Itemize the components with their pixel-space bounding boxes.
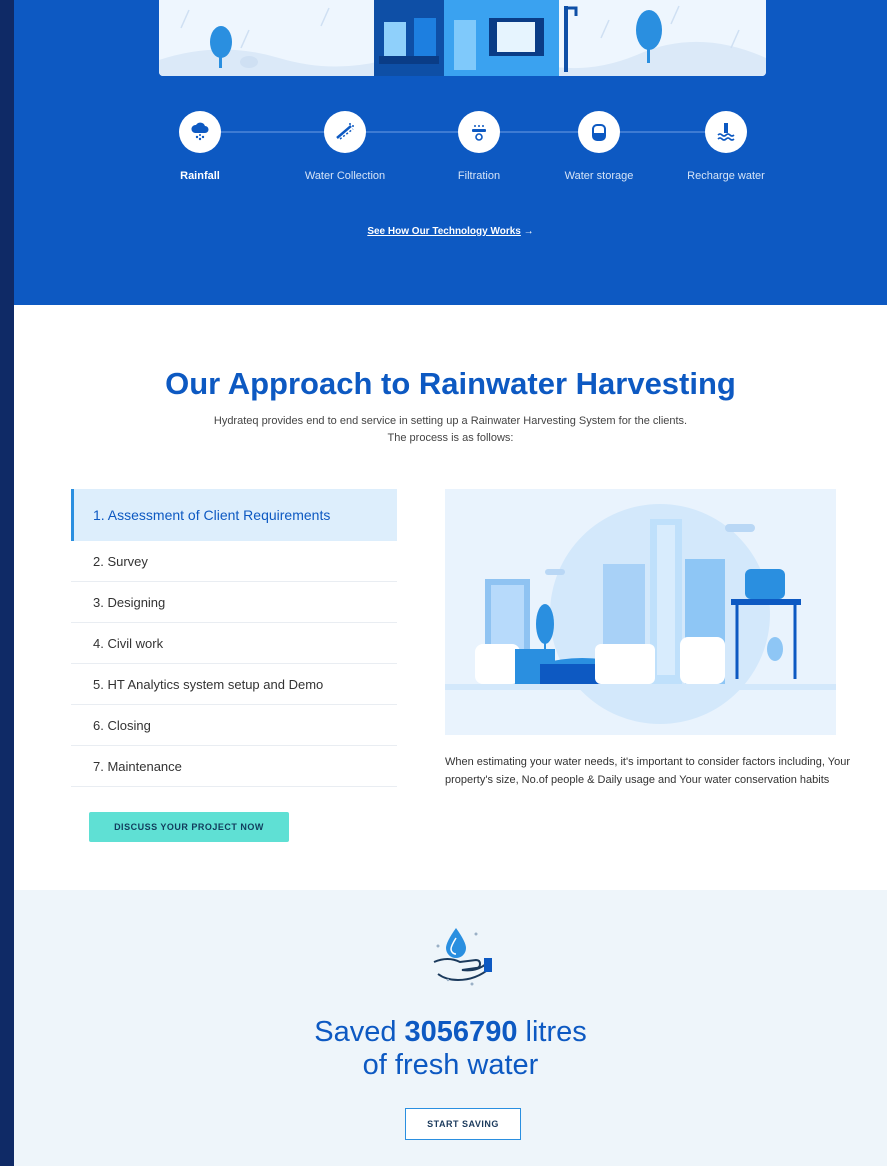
- process-step-assessment[interactable]: 1. Assessment of Client Requirements: [71, 489, 397, 541]
- step-water-collection[interactable]: Water Collection: [275, 111, 415, 182]
- arrow-right-icon: →: [523, 226, 534, 237]
- step-label: Rainfall: [180, 170, 220, 182]
- tank-icon: [578, 111, 620, 153]
- step-rainfall[interactable]: Rainfall: [130, 111, 270, 182]
- saved-suffix: litres: [517, 1016, 587, 1048]
- saved-water-section: Saved 3056790 litres of fresh water STAR…: [14, 890, 887, 1166]
- technology-link-label: See How Our Technology Works: [367, 226, 521, 237]
- house-illustration: [159, 0, 766, 76]
- hero-section: Rainfall Water Collection Filtration Wat…: [14, 0, 887, 305]
- process-step-civil-work[interactable]: 4. Civil work: [71, 623, 397, 664]
- process-step-maintenance[interactable]: 7. Maintenance: [71, 746, 397, 787]
- saved-water-counter: Saved 3056790 litres of fresh water: [14, 1016, 887, 1082]
- page: Rainfall Water Collection Filtration Wat…: [14, 0, 887, 1166]
- recharge-icon: [705, 111, 747, 153]
- saved-amount: 3056790: [404, 1016, 518, 1048]
- step-recharge-water[interactable]: Recharge water: [656, 111, 796, 182]
- step-water-storage[interactable]: Water storage: [529, 111, 669, 182]
- step-filtration[interactable]: Filtration: [409, 111, 549, 182]
- start-saving-button[interactable]: START SAVING: [405, 1108, 521, 1140]
- process-step-analytics[interactable]: 5. HT Analytics system setup and Demo: [71, 664, 397, 705]
- process-step-survey[interactable]: 2. Survey: [71, 541, 397, 582]
- saved-line2: of fresh water: [362, 1049, 539, 1081]
- hand-water-drop-icon: [426, 920, 496, 995]
- approach-subtitle: Hydrateq provides end to end service in …: [213, 415, 688, 444]
- filter-icon: [458, 111, 500, 153]
- city-illustration: [445, 489, 836, 735]
- saved-prefix: Saved: [314, 1016, 405, 1048]
- cloud-rain-icon: [179, 111, 221, 153]
- approach-title: Our Approach to Rainwater Harvesting: [165, 366, 736, 401]
- step-label: Filtration: [457, 170, 501, 182]
- step-label: Water Collection: [304, 170, 386, 182]
- process-step-designing[interactable]: 3. Designing: [71, 582, 397, 623]
- step-label: Recharge water: [687, 170, 765, 182]
- step-label: Water storage: [564, 170, 634, 182]
- roof-icon: [324, 111, 366, 153]
- technology-link[interactable]: See How Our Technology Works →: [14, 226, 887, 237]
- process-step-closing[interactable]: 6. Closing: [71, 705, 397, 746]
- discuss-project-button[interactable]: DISCUSS YOUR PROJECT NOW: [89, 812, 289, 842]
- process-steps-list: 1. Assessment of Client Requirements 2. …: [71, 489, 397, 787]
- water-needs-description: When estimating your water needs, it's i…: [445, 756, 851, 786]
